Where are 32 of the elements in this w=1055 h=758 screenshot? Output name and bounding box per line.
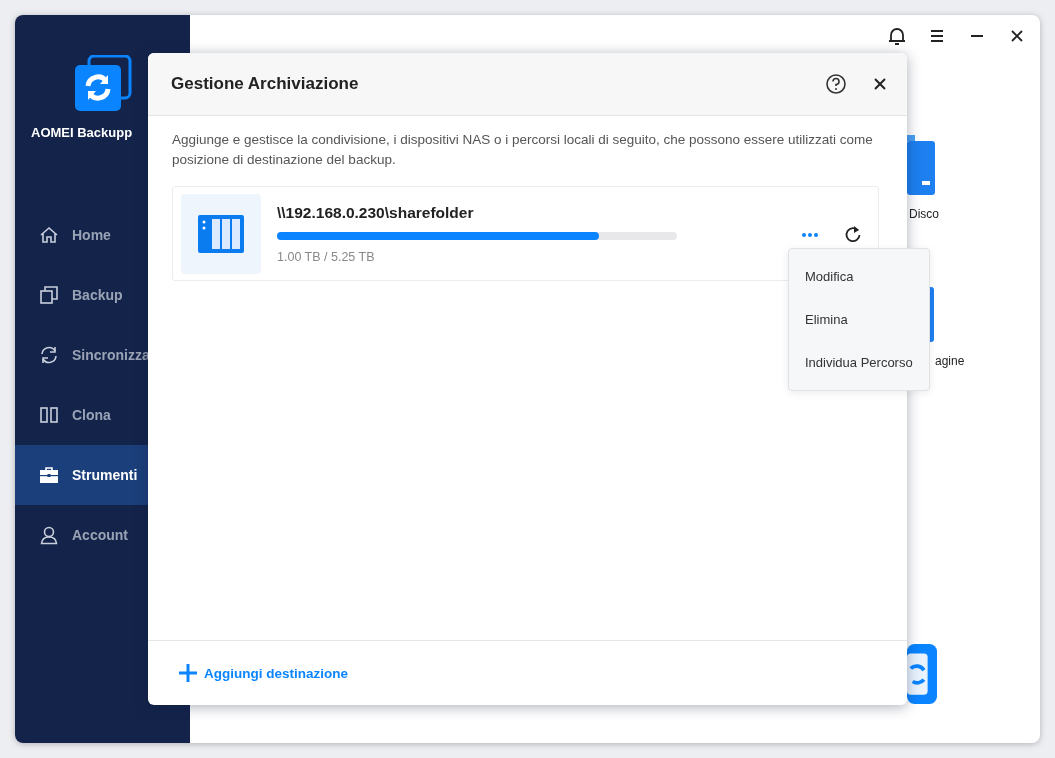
sidebar-item[interactable]: Sincronizza <box>15 325 148 385</box>
home-icon <box>39 225 59 245</box>
app-name: AOMEI Backupp <box>30 125 133 140</box>
sidebar-item[interactable]: Home <box>15 205 148 265</box>
toolbox-icon <box>39 465 59 485</box>
more-button[interactable] <box>800 230 820 239</box>
add-destination-button[interactable]: Aggiungi destinazione <box>178 663 348 683</box>
description-text: Aggiunge e gestisce la condivisione, i dispositivi NAS o i percorsi locali di seguito, che possono essere utilizzati come posizione di destinazione del backup. <box>172 131 874 169</box>
copy-icon <box>39 285 59 305</box>
help-button[interactable] <box>823 71 849 97</box>
plus-icon <box>178 663 198 683</box>
app-logo-icon <box>73 55 132 113</box>
nas-icon <box>198 214 244 253</box>
user-icon <box>39 525 59 545</box>
columns-icon <box>39 405 59 425</box>
dialog-title: Gestione Archiviazione <box>171 74 360 94</box>
help-icon <box>823 71 849 97</box>
sync-icon <box>39 345 59 365</box>
sidebar-item[interactable]: Account <box>15 505 148 565</box>
bell-icon[interactable] <box>886 25 908 47</box>
destination-path: \\192.168.0.230\sharefolder <box>277 203 475 222</box>
capacity-text: 1.00 TB / 5.25 TB <box>277 249 376 264</box>
sync-app-icon[interactable] <box>907 642 937 706</box>
menu-item[interactable]: Modifica <box>789 255 929 298</box>
menu-item[interactable]: Individua Percorso <box>789 341 929 384</box>
more-icon <box>800 230 820 239</box>
disk-icon[interactable] <box>907 135 937 195</box>
sidebar-item[interactable]: Strumenti <box>15 445 148 505</box>
tile-label: Disco <box>908 207 939 221</box>
sidebar-item[interactable]: Backup <box>15 265 148 325</box>
sidebar-item[interactable]: Clona <box>15 385 148 445</box>
menu-item[interactable]: Elimina <box>789 298 929 341</box>
